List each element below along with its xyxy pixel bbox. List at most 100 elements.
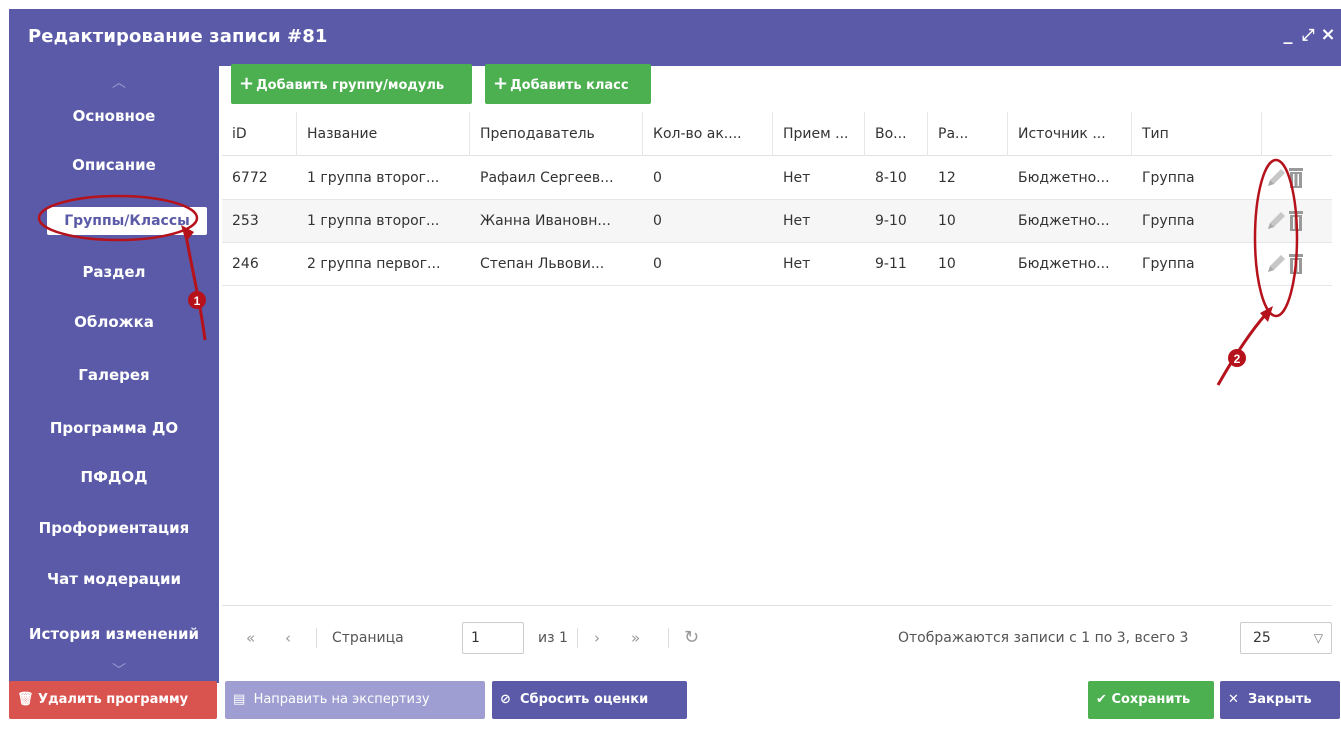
sidebar-item-moderation-chat[interactable]: Чат модерации — [9, 563, 219, 595]
pencil-icon[interactable] — [1265, 166, 1287, 190]
sidebar-item-pfdod[interactable]: ПФДОД — [9, 461, 219, 493]
cell-id: 246 — [232, 256, 259, 272]
records-summary: Отображаются записи с 1 по 3, всего 3 — [898, 630, 1189, 646]
table-row[interactable]: 6772 1 группа второг... Рафаил Сергеев..… — [222, 157, 1332, 200]
cell-count: 0 — [653, 213, 662, 229]
page-number-input[interactable]: 1 — [462, 622, 524, 654]
sidebar-item-cover[interactable]: Обложка — [9, 306, 219, 338]
pager-divider — [577, 628, 578, 648]
delete-program-button[interactable]: 🗑 Удалить программу — [9, 681, 217, 719]
pager-divider — [668, 628, 669, 648]
prev-page-icon[interactable]: ‹ — [285, 622, 291, 654]
table-header: iD Название Преподаватель Кол-во ак.... … — [222, 112, 1332, 156]
column-header-ra[interactable]: Ра... — [928, 112, 1008, 156]
pager-divider — [316, 628, 317, 648]
cell-name: 1 группа второг... — [307, 170, 440, 186]
column-header-age[interactable]: Во... — [865, 112, 928, 156]
next-page-icon[interactable]: › — [594, 622, 600, 654]
column-header-admission[interactable]: Прием ... — [773, 112, 865, 156]
send-to-expertise-label: Направить на экспертизу — [253, 692, 430, 707]
send-to-expertise-button[interactable]: ▤ Направить на экспертизу — [225, 681, 485, 719]
save-button[interactable]: ✔ Сохранить — [1088, 681, 1214, 719]
chevron-down-icon[interactable]: ﹀ — [109, 660, 129, 679]
cell-count: 0 — [653, 170, 662, 186]
sidebar-item-gallery[interactable]: Галерея — [9, 359, 219, 391]
check-icon: ✔ — [1096, 692, 1107, 707]
plus-icon: + — [239, 73, 255, 94]
chevron-down-icon: ▽ — [1313, 631, 1323, 645]
cell-type: Группа — [1142, 170, 1195, 186]
column-header-type[interactable]: Тип — [1132, 112, 1262, 156]
cell-admission: Нет — [783, 256, 811, 272]
cell-type: Группа — [1142, 256, 1195, 272]
plus-icon: + — [493, 73, 509, 94]
cell-ra: 12 — [938, 170, 956, 186]
cell-teacher: Рафаил Сергеев... — [480, 170, 614, 186]
chevron-up-icon[interactable]: ︿ — [109, 72, 129, 91]
sidebar-item-section[interactable]: Раздел — [9, 256, 219, 288]
delete-program-label: Удалить программу — [38, 692, 189, 707]
cell-ra: 10 — [938, 213, 956, 229]
cell-admission: Нет — [783, 170, 811, 186]
sidebar-nav: ︿ Основное Описание Группы/Классы Раздел… — [9, 66, 219, 683]
column-header-name[interactable]: Название — [297, 112, 470, 156]
cell-age: 9-10 — [875, 213, 907, 229]
close-icon[interactable]: × — [1318, 23, 1338, 47]
page-size-select[interactable]: 25 ▽ — [1240, 622, 1332, 654]
cell-age: 8-10 — [875, 170, 907, 186]
cell-count: 0 — [653, 256, 662, 272]
add-group-button[interactable]: + Добавить группу/модуль — [231, 64, 472, 104]
pagination-bar: « ‹ Страница 1 из 1 › » ↻ Отображаются з… — [222, 605, 1332, 667]
reset-ratings-label: Сбросить оценки — [519, 692, 649, 707]
add-group-label: Добавить группу/модуль — [256, 78, 445, 93]
document-icon: ▤ — [233, 692, 246, 707]
add-class-label: Добавить класс — [510, 78, 629, 93]
trash-icon[interactable] — [1285, 252, 1307, 276]
reset-ratings-button[interactable]: ⊘ Сбросить оценки — [492, 681, 687, 719]
minimize-icon[interactable]: _ — [1278, 23, 1298, 47]
close-label: Закрыть — [1247, 692, 1312, 707]
sidebar-item-history[interactable]: История изменений — [9, 618, 219, 650]
cell-teacher: Степан Львови... — [480, 256, 605, 272]
column-header-count[interactable]: Кол-во ак.... — [643, 112, 773, 156]
cell-name: 1 группа второг... — [307, 213, 440, 229]
page-total-label: из 1 — [538, 630, 568, 646]
cell-admission: Нет — [783, 213, 811, 229]
cell-id: 6772 — [232, 170, 268, 186]
page-size-value: 25 — [1253, 630, 1271, 646]
trash-icon: 🗑 — [17, 692, 34, 707]
pencil-icon[interactable] — [1265, 252, 1287, 276]
cell-teacher: Жанна Ивановн... — [480, 213, 611, 229]
trash-icon[interactable] — [1285, 166, 1307, 190]
ban-icon: ⊘ — [500, 692, 511, 707]
cell-id: 253 — [232, 213, 259, 229]
cell-source: Бюджетно... — [1018, 256, 1110, 272]
column-header-teacher[interactable]: Преподаватель — [470, 112, 643, 156]
sidebar-item-groups[interactable]: Группы/Классы — [47, 207, 207, 235]
column-header-id[interactable]: iD — [222, 112, 297, 156]
sidebar-item-main[interactable]: Основное — [9, 100, 219, 132]
sidebar-item-career[interactable]: Профориентация — [9, 512, 219, 544]
table-row[interactable]: 246 2 группа первог... Степан Львови... … — [222, 243, 1332, 286]
save-label: Сохранить — [1111, 692, 1191, 707]
cell-age: 9-11 — [875, 256, 907, 272]
cell-name: 2 группа первог... — [307, 256, 441, 272]
column-header-source[interactable]: Источник ... — [1008, 112, 1132, 156]
add-class-button[interactable]: + Добавить класс — [485, 64, 651, 104]
cell-source: Бюджетно... — [1018, 213, 1110, 229]
refresh-icon[interactable]: ↻ — [684, 622, 699, 654]
table-row[interactable]: 253 1 группа второг... Жанна Ивановн... … — [222, 200, 1332, 243]
sidebar-item-program[interactable]: Программа ДО — [9, 412, 219, 444]
trash-icon[interactable] — [1285, 209, 1307, 233]
close-button[interactable]: ✕ Закрыть — [1220, 681, 1340, 719]
maximize-icon[interactable]: ⤢ — [1298, 23, 1318, 47]
pencil-icon[interactable] — [1265, 209, 1287, 233]
close-icon: ✕ — [1228, 692, 1239, 707]
first-page-icon[interactable]: « — [246, 622, 255, 654]
cell-source: Бюджетно... — [1018, 170, 1110, 186]
last-page-icon[interactable]: » — [631, 622, 640, 654]
sidebar-item-description[interactable]: Описание — [9, 149, 219, 181]
cell-ra: 10 — [938, 256, 956, 272]
cell-type: Группа — [1142, 213, 1195, 229]
window-titlebar: Редактирование записи #81 _ ⤢ × — [9, 9, 1341, 66]
